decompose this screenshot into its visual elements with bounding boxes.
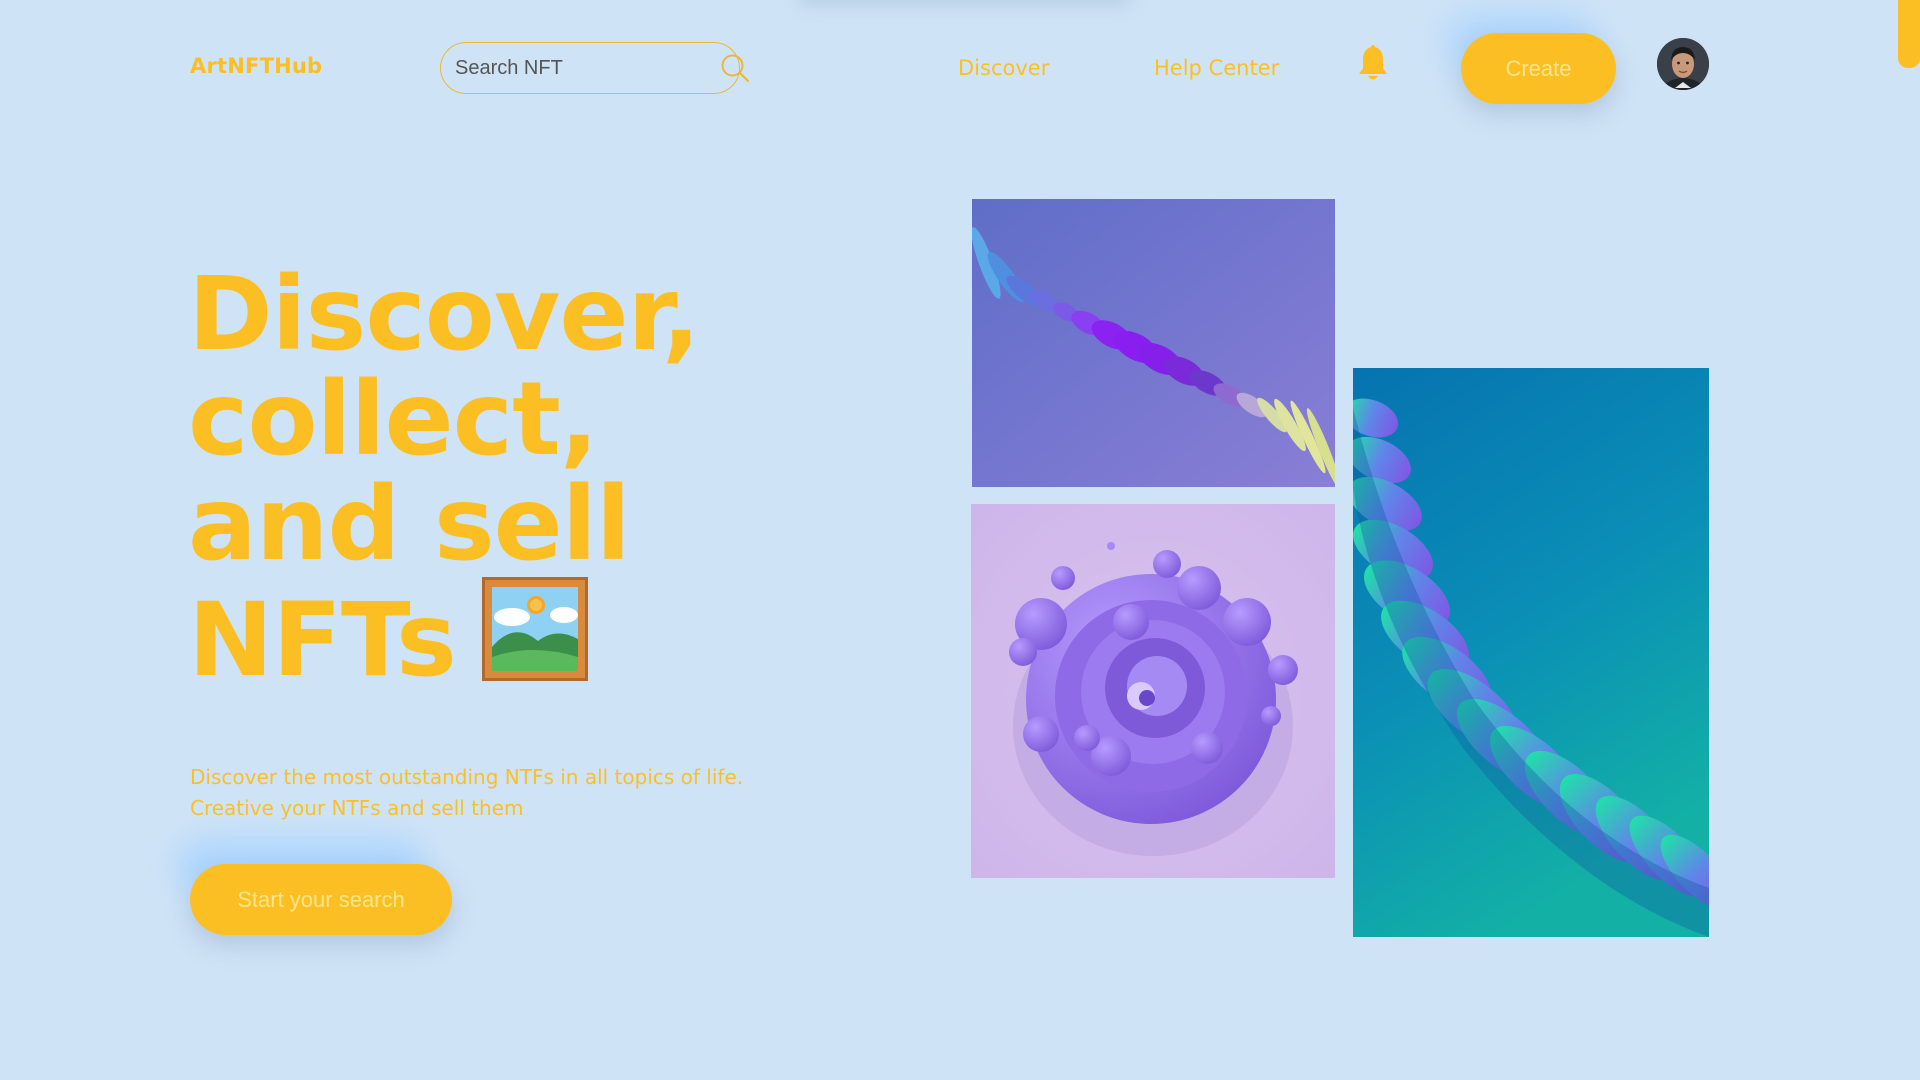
scrollbar-thumb[interactable] (1898, 0, 1920, 68)
nav-discover[interactable]: Discover (958, 56, 1049, 80)
hero-subtitle: Discover the most outstanding NTFs in al… (190, 762, 743, 824)
search-icon[interactable] (720, 53, 750, 83)
hero-subtitle-line: Discover the most outstanding NTFs in al… (190, 765, 744, 789)
avatar[interactable] (1657, 38, 1709, 90)
page: ArtNFTHub Discover Help Center Create (0, 0, 1920, 1080)
hero-title: Discover, collect, and sell NFTs (188, 255, 701, 693)
purple-ripple-art[interactable] (972, 199, 1335, 487)
hero-title-line: collect, (188, 360, 599, 479)
logo[interactable]: ArtNFTHub (190, 54, 322, 78)
start-search-button[interactable]: Start your search (190, 864, 452, 935)
hero-title-line: Discover, (188, 255, 701, 374)
hero-title-last-line: NFTs (188, 577, 700, 693)
hero-title-line: and sell (188, 465, 631, 584)
top-shadow-decoration (800, 0, 1130, 6)
nav-help-center[interactable]: Help Center (1154, 56, 1279, 80)
hero-subtitle-line: Creative your NTFs and sell them (190, 796, 524, 820)
search-box[interactable] (440, 42, 749, 94)
teal-wave-art[interactable] (1353, 368, 1709, 937)
create-button[interactable]: Create (1461, 33, 1616, 104)
bell-icon[interactable] (1357, 45, 1389, 83)
violet-swirl-art[interactable] (971, 504, 1335, 878)
search-input[interactable] (455, 56, 720, 80)
framed-picture-icon (481, 577, 588, 681)
hero-title-line: NFTs (188, 581, 457, 700)
